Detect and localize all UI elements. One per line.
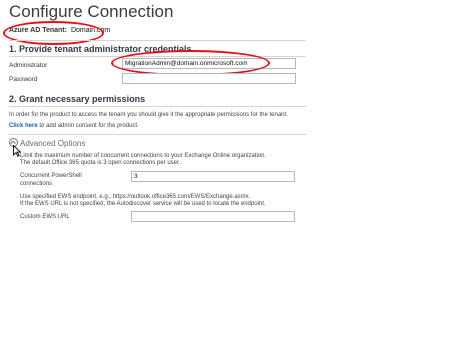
click-here-link[interactable]: Click here <box>9 123 38 129</box>
advanced-divider <box>9 134 306 135</box>
permissions-description: In order for the product to access the t… <box>9 112 288 118</box>
limit-connections-line1: Limit the maximum number of concurrent c… <box>20 153 267 159</box>
admin-consent-suffix: to add admin consent for the product. <box>37 123 139 129</box>
ews-endpoint-line1: Use specified EWS endpoint, e.g., https:… <box>20 194 251 200</box>
powershell-label-line2: connections <box>20 181 53 187</box>
administrator-label: Administrator <box>9 62 48 69</box>
password-label: Password <box>9 76 38 83</box>
advanced-options-title: Advanced Options <box>20 139 86 148</box>
tenant-highlight-oval <box>3 21 104 45</box>
custom-ews-url-label: Custom EWS URL <box>20 214 70 220</box>
configure-connection-panel: Configure Connection Azure AD Tenant: Dom… <box>0 0 308 238</box>
admin-consent-line: Click here to add admin consent for the … <box>9 123 139 129</box>
section2-divider <box>9 106 306 107</box>
custom-ews-url-input[interactable] <box>131 211 295 222</box>
section2-title: 2. Grant necessary permissions <box>9 94 146 104</box>
divider-top <box>9 40 306 41</box>
limit-connections-line2: The default Office 365 quota is 3 open c… <box>20 160 181 166</box>
ews-endpoint-line2: If the EWS URL is not specified, the Aut… <box>20 201 266 207</box>
concurrent-powershell-input[interactable]: 3 <box>131 171 295 182</box>
powershell-label-line1: Concurrent PowerShell <box>20 173 82 179</box>
password-input[interactable] <box>122 73 296 84</box>
page-title: Configure Connection <box>9 2 174 21</box>
